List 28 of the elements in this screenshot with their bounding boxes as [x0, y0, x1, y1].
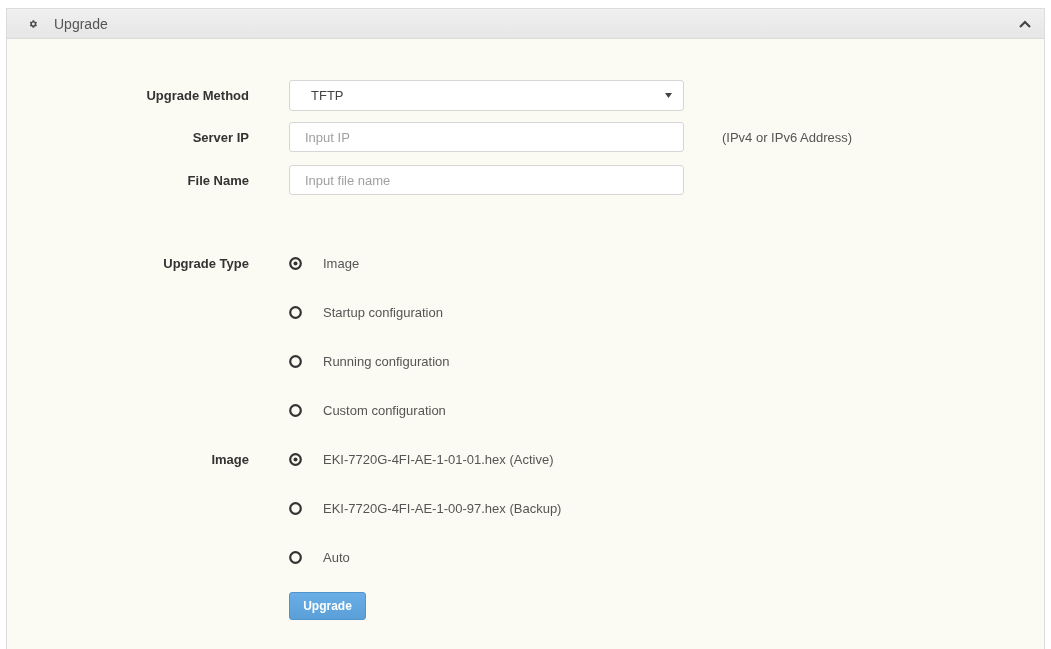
field-label: Upgrade Type [162, 255, 249, 273]
radio-icon[interactable] [289, 306, 302, 319]
radio-option-label: Startup configuration [323, 305, 443, 320]
input-field[interactable]: Input IP [289, 122, 684, 152]
caret-down-icon [665, 93, 672, 98]
field-label: Image [210, 451, 249, 469]
radio-option-label: Running configuration [323, 354, 450, 369]
input-field[interactable]: Input file name [289, 165, 684, 195]
radio-icon[interactable] [289, 502, 302, 515]
radio-option-label: Image [323, 256, 360, 271]
radio-option-label: Auto [323, 550, 350, 565]
field-label: File Name [186, 172, 249, 188]
panel-title: Upgrade [54, 15, 109, 32]
radio-icon[interactable] [289, 355, 302, 368]
chevron-up-icon[interactable] [1019, 19, 1031, 28]
method-select[interactable]: TFTP [289, 80, 684, 111]
field-hint: (IPv4 or IPv6 Address) [722, 129, 853, 145]
select-value: TFTP [311, 88, 344, 103]
radio-icon[interactable] [289, 551, 302, 564]
radio-selected-icon[interactable] [289, 257, 302, 270]
radio-icon[interactable] [289, 404, 302, 417]
gear-icon [28, 18, 38, 29]
radio-selected-icon[interactable] [289, 453, 302, 466]
field-label: Server IP [191, 129, 249, 145]
radio-option-label: Custom configuration [323, 403, 446, 418]
radio-option-label: EKI-7720G-4FI-AE-1-01-01.hex (Active) [323, 452, 554, 467]
field-label: Upgrade Method [145, 88, 249, 103]
radio-option-label: EKI-7720G-4FI-AE-1-00-97.hex (Backup) [323, 501, 562, 516]
